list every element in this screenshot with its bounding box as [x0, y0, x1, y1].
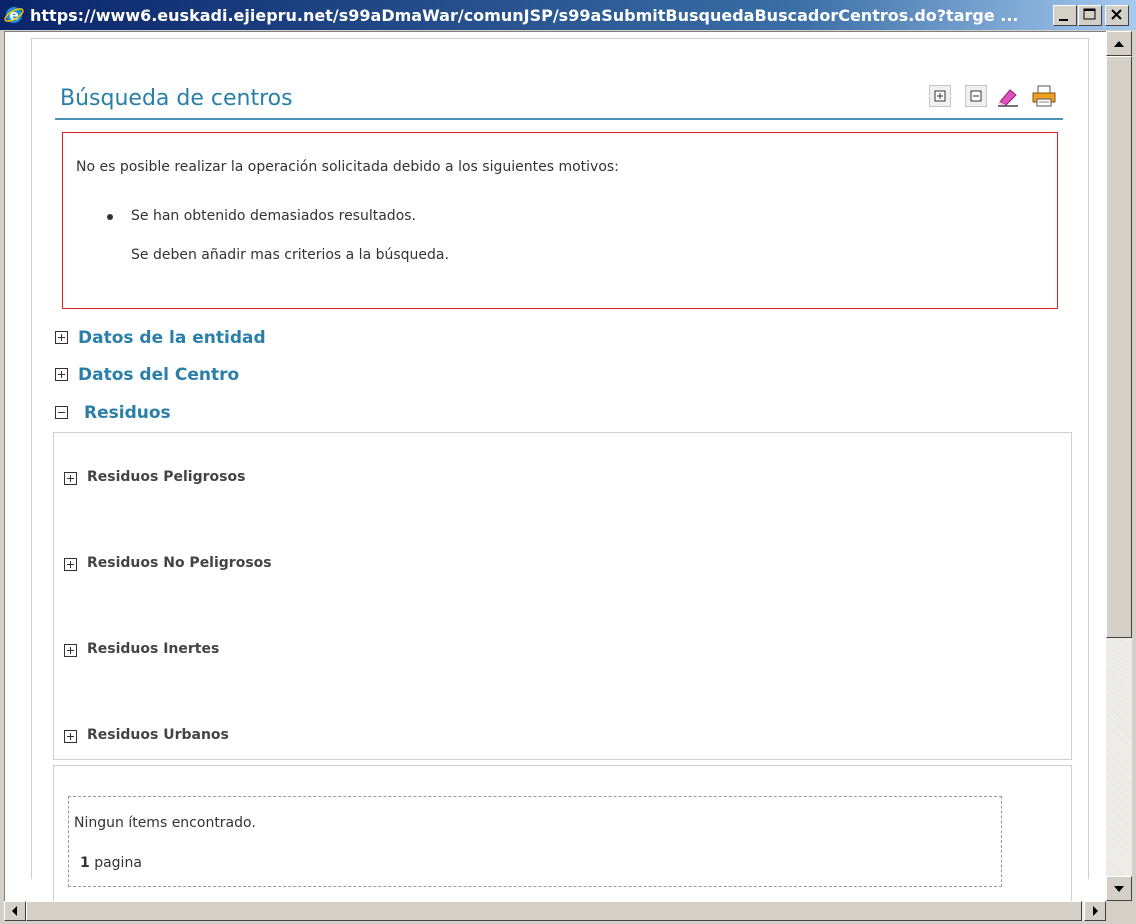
scroll-up-button[interactable] [1106, 31, 1132, 56]
expand-urbanos-icon[interactable] [64, 730, 77, 743]
arrow-up-icon [1114, 41, 1124, 47]
section-datos-centro[interactable]: Datos del Centro [78, 365, 239, 385]
section-residuos[interactable]: Residuos [84, 403, 171, 423]
scroll-left-button[interactable] [4, 901, 26, 921]
minimize-icon [1059, 19, 1068, 21]
section-datos-entidad[interactable]: Datos de la entidad [78, 328, 266, 348]
scroll-down-button[interactable] [1106, 876, 1132, 901]
page-title: Búsqueda de centros [60, 86, 293, 111]
vertical-scrollbar[interactable] [1106, 31, 1132, 901]
expand-all-button[interactable] [929, 85, 951, 107]
expand-entidad-icon[interactable] [55, 331, 68, 344]
title-divider [55, 118, 1063, 120]
expand-all-icon [934, 90, 946, 102]
print-button[interactable] [1031, 85, 1056, 107]
vertical-scroll-thumb[interactable] [1106, 56, 1132, 638]
residuos-peligrosos-link[interactable]: Residuos Peligrosos [87, 469, 245, 485]
page-label: pagina [94, 855, 142, 871]
window-title: https://www6.euskadi.ejiepru.net/s99aDma… [30, 6, 1019, 25]
horizontal-scrollbar[interactable] [4, 901, 1106, 921]
expand-centro-icon[interactable] [55, 368, 68, 381]
residuos-inertes-link[interactable]: Residuos Inertes [87, 641, 219, 657]
window-titlebar: e https://www6.euskadi.ejiepru.net/s99aD… [0, 0, 1136, 30]
bullet-icon [107, 214, 113, 220]
page-count: 1 [80, 855, 90, 871]
scrollbar-corner [1106, 901, 1132, 921]
arrow-down-icon [1114, 886, 1124, 892]
horizontal-scroll-thumb[interactable] [26, 901, 1082, 921]
clear-form-icon [998, 89, 1018, 107]
error-intro: No es posible realizar la operación soli… [76, 159, 619, 175]
arrow-right-icon [1093, 906, 1098, 916]
clear-form-button[interactable] [996, 85, 1018, 107]
collapse-all-icon [970, 90, 982, 102]
maximize-icon [1083, 8, 1096, 20]
arrow-left-icon [12, 906, 17, 916]
error-hint: Se deben añadir mas criterios a la búsqu… [131, 247, 449, 263]
scroll-right-button[interactable] [1084, 901, 1106, 921]
expand-peligrosos-icon[interactable] [64, 472, 77, 485]
error-reason: Se han obtenido demasiados resultados. [131, 208, 417, 224]
close-icon [1111, 9, 1122, 20]
no-results-message: Ningun ítems encontrado. [74, 815, 256, 831]
close-button[interactable] [1105, 5, 1129, 26]
pagination: 1 pagina [80, 855, 142, 871]
residuos-no-peligrosos-link[interactable]: Residuos No Peligrosos [87, 555, 272, 571]
minimize-button[interactable] [1053, 5, 1077, 26]
internet-explorer-icon: e [4, 7, 24, 24]
print-icon [1032, 85, 1056, 107]
collapse-all-button[interactable] [965, 85, 987, 107]
expand-inertes-icon[interactable] [64, 644, 77, 657]
collapse-residuos-icon[interactable] [55, 406, 68, 419]
expand-no-peligrosos-icon[interactable] [64, 558, 77, 571]
results-box [68, 796, 1002, 887]
residuos-urbanos-link[interactable]: Residuos Urbanos [87, 727, 229, 743]
maximize-button[interactable] [1078, 5, 1102, 26]
